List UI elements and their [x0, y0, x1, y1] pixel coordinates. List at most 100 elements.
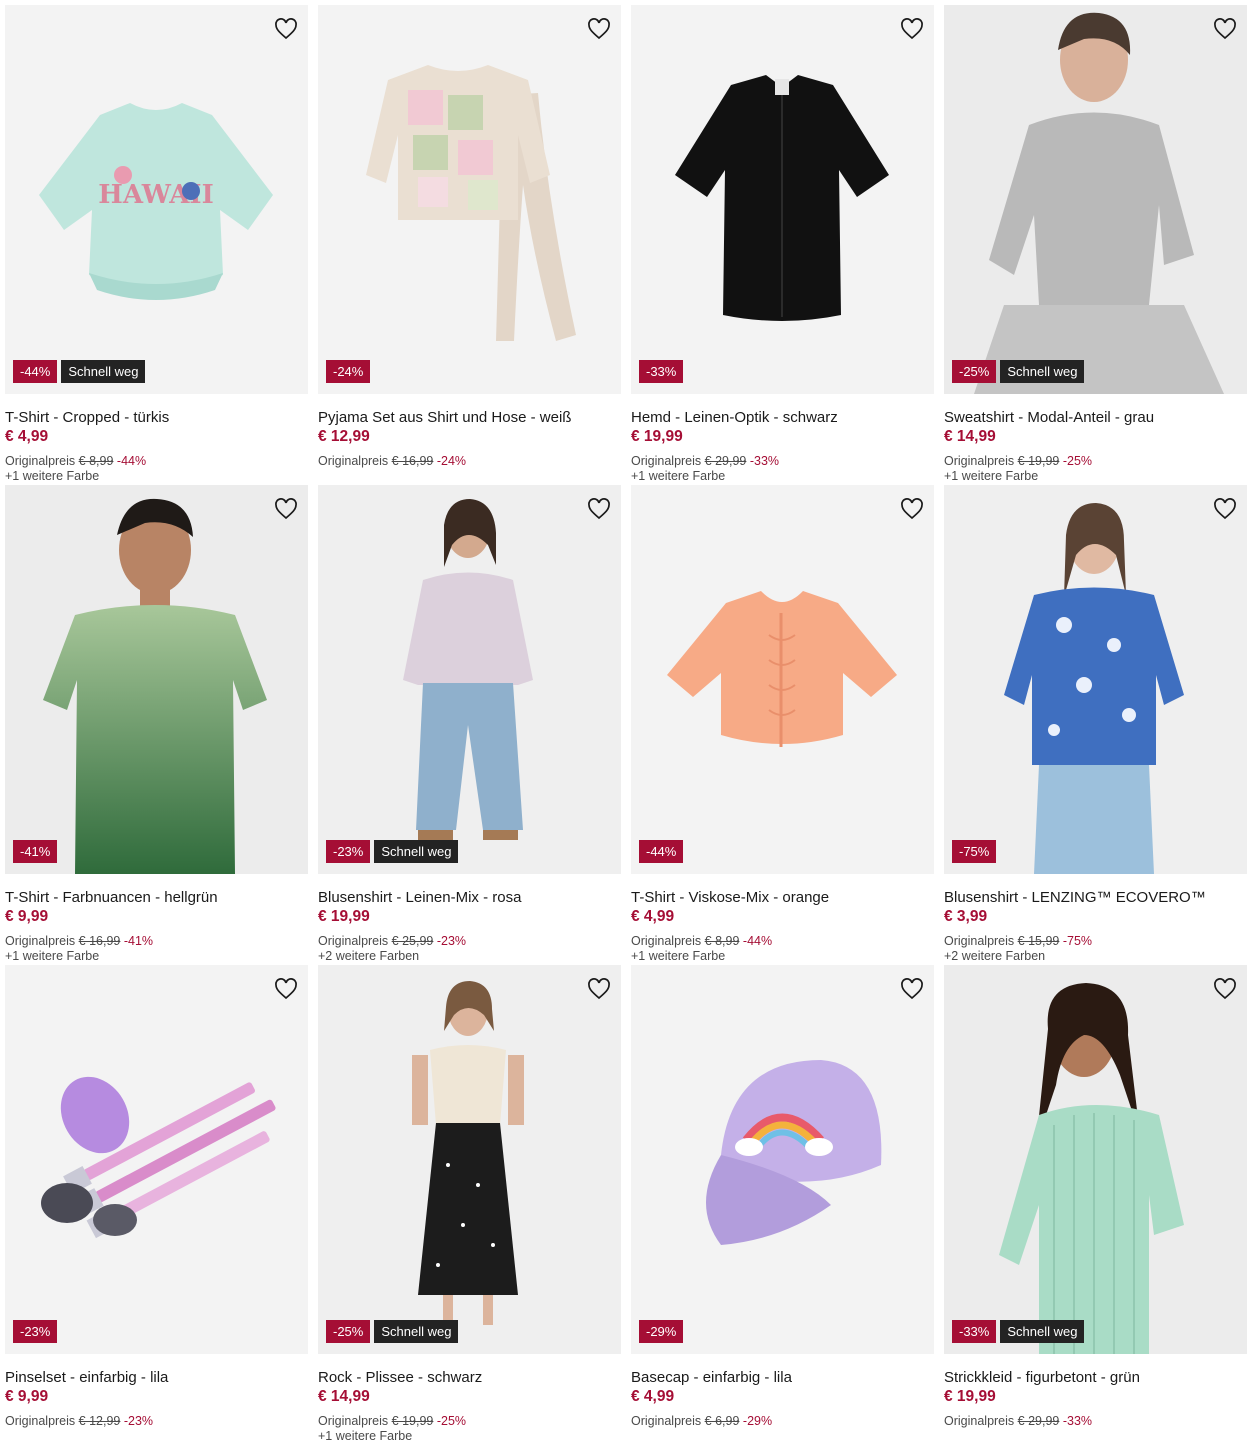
product-card[interactable]: -33% Schnell weg Strickkleid - figurbeto… [944, 965, 1247, 1440]
product-image[interactable]: -23% Schnell weg [318, 485, 621, 874]
more-colors[interactable]: +1 weitere Farbe [631, 469, 934, 484]
wishlist-heart-icon[interactable] [585, 975, 613, 1003]
product-name[interactable]: Rock - Plissee - schwarz [318, 1369, 621, 1387]
product-name[interactable]: Sweatshirt - Modal-Anteil - grau [944, 409, 1247, 427]
product-name[interactable]: Hemd - Leinen-Optik - schwarz [631, 409, 934, 427]
product-card[interactable]: -25% Schnell weg Sweatshirt - Modal-Ante… [944, 5, 1247, 485]
product-image[interactable]: -25% Schnell weg [944, 5, 1247, 394]
more-colors[interactable]: +1 weitere Farbe [5, 469, 308, 484]
discount-percent: -29% [742, 1414, 773, 1428]
original-price: € 29,99 [1017, 1414, 1060, 1428]
product-name[interactable]: T-Shirt - Cropped - türkis [5, 409, 308, 427]
wishlist-heart-icon[interactable] [272, 15, 300, 43]
product-image[interactable]: -41% [5, 485, 308, 874]
more-colors[interactable]: +2 weitere Farben [944, 949, 1247, 964]
wishlist-heart-icon[interactable] [585, 15, 613, 43]
wishlist-heart-icon[interactable] [898, 975, 926, 1003]
more-colors[interactable]: +1 weitere Farbe [631, 949, 934, 964]
more-colors[interactable]: +2 weitere Farben [318, 949, 621, 964]
product-image[interactable]: -29% [631, 965, 934, 1354]
discount-badge: -75% [952, 840, 997, 863]
product-price: € 14,99 [944, 428, 996, 445]
fast-selling-badge: Schnell weg [374, 1320, 459, 1343]
product-price: € 12,99 [318, 428, 370, 445]
product-price: € 19,99 [631, 428, 683, 445]
product-card[interactable]: -33% Hemd - Leinen-Optik - schwarz € 19,… [631, 5, 934, 485]
product-name[interactable]: Strickkleid - figurbetont - grün [944, 1369, 1247, 1387]
product-price: € 4,99 [631, 908, 675, 925]
wishlist-heart-icon[interactable] [898, 15, 926, 43]
product-card[interactable]: -23% Schnell weg Blusenshirt - Leinen-Mi… [318, 485, 621, 965]
orange-top-illustration [631, 485, 934, 874]
product-card[interactable]: -25% Schnell weg Rock - Plissee - schwar… [318, 965, 621, 1443]
product-name[interactable]: Basecap - einfarbig - lila [631, 1369, 934, 1387]
wishlist-heart-icon[interactable] [272, 495, 300, 523]
discount-badge: -25% [952, 360, 997, 383]
original-price: € 12,99 [78, 1414, 121, 1428]
wishlist-heart-icon[interactable] [898, 495, 926, 523]
original-price-label: Originalpreis [5, 934, 76, 948]
product-name[interactable]: Blusenshirt - LENZING™ ECOVERO™ [944, 889, 1247, 907]
product-card[interactable]: -41% T-Shirt - Farbnuancen - hellgrün € … [5, 485, 308, 965]
product-name[interactable]: Pyjama Set aus Shirt und Hose - weiß [318, 409, 621, 427]
product-card[interactable]: HAWAII -44% Schnell weg T-Shirt - Croppe… [5, 5, 308, 485]
original-price: € 19,99 [391, 1414, 434, 1428]
discount-badge: -44% [13, 360, 58, 383]
original-price: € 6,99 [704, 1414, 740, 1428]
original-price: € 15,99 [1017, 934, 1060, 948]
discount-percent: -44% [116, 454, 147, 468]
product-image[interactable]: -25% Schnell weg [318, 965, 621, 1354]
product-card[interactable]: -75% Blusenshirt - LENZING™ ECOVERO™ € 3… [944, 485, 1247, 965]
model-sweatshirt-illustration [944, 5, 1247, 394]
product-card[interactable]: -44% T-Shirt - Viskose-Mix - orange € 4,… [631, 485, 934, 965]
original-price-line: Originalpreis € 19,99 -25% [318, 1413, 621, 1429]
crop-top-illustration: HAWAII [5, 5, 308, 394]
product-image[interactable]: HAWAII -44% Schnell weg [5, 5, 308, 394]
product-price: € 14,99 [318, 1388, 370, 1405]
product-image[interactable]: -33% [631, 5, 934, 394]
original-price-line: Originalpreis € 8,99 -44% [631, 933, 934, 949]
discount-badge: -23% [326, 840, 371, 863]
product-card[interactable]: -23% Pinselset - einfarbig - lila € 9,99… [5, 965, 308, 1440]
original-price-line: Originalpreis € 12,99 -23% [5, 1413, 308, 1429]
product-image[interactable]: -24% [318, 5, 621, 394]
more-colors[interactable]: +1 weitere Farbe [944, 469, 1247, 484]
original-price-label: Originalpreis [944, 934, 1015, 948]
wishlist-heart-icon[interactable] [1211, 15, 1239, 43]
original-price-label: Originalpreis [631, 1414, 702, 1428]
discount-percent: -23% [436, 934, 467, 948]
original-price-label: Originalpreis [944, 1414, 1015, 1428]
discount-percent: -25% [1062, 454, 1093, 468]
original-price-line: Originalpreis € 16,99 -41% [5, 933, 308, 949]
original-price-label: Originalpreis [5, 1414, 76, 1428]
original-price-line: Originalpreis € 16,99 -24% [318, 453, 621, 469]
product-name[interactable]: T-Shirt - Viskose-Mix - orange [631, 889, 934, 907]
discount-percent: -75% [1062, 934, 1093, 948]
product-price: € 9,99 [5, 1388, 49, 1405]
product-image[interactable]: -75% [944, 485, 1247, 874]
original-price-label: Originalpreis [631, 934, 702, 948]
more-colors[interactable]: +1 weitere Farbe [318, 1429, 621, 1444]
product-card[interactable]: -29% Basecap - einfarbig - lila € 4,99 O… [631, 965, 934, 1440]
original-price-label: Originalpreis [318, 454, 389, 468]
product-image[interactable]: -23% [5, 965, 308, 1354]
original-price: € 8,99 [704, 934, 740, 948]
product-card[interactable]: -24% Pyjama Set aus Shirt und Hose - wei… [318, 5, 621, 485]
product-name[interactable]: Blusenshirt - Leinen-Mix - rosa [318, 889, 621, 907]
wishlist-heart-icon[interactable] [1211, 975, 1239, 1003]
original-price-line: Originalpreis € 8,99 -44% [5, 453, 308, 469]
shirt-illustration [631, 5, 934, 394]
wishlist-heart-icon[interactable] [272, 975, 300, 1003]
discount-percent: -41% [123, 934, 154, 948]
wishlist-heart-icon[interactable] [1211, 495, 1239, 523]
product-name[interactable]: T-Shirt - Farbnuancen - hellgrün [5, 889, 308, 907]
original-price: € 16,99 [78, 934, 121, 948]
model-blouse-illustration [318, 485, 621, 874]
product-image[interactable]: -33% Schnell weg [944, 965, 1247, 1354]
original-price-label: Originalpreis [5, 454, 76, 468]
more-colors[interactable]: +1 weitere Farbe [5, 949, 308, 964]
product-image[interactable]: -44% [631, 485, 934, 874]
discount-percent: -23% [123, 1414, 154, 1428]
wishlist-heart-icon[interactable] [585, 495, 613, 523]
product-name[interactable]: Pinselset - einfarbig - lila [5, 1369, 308, 1387]
